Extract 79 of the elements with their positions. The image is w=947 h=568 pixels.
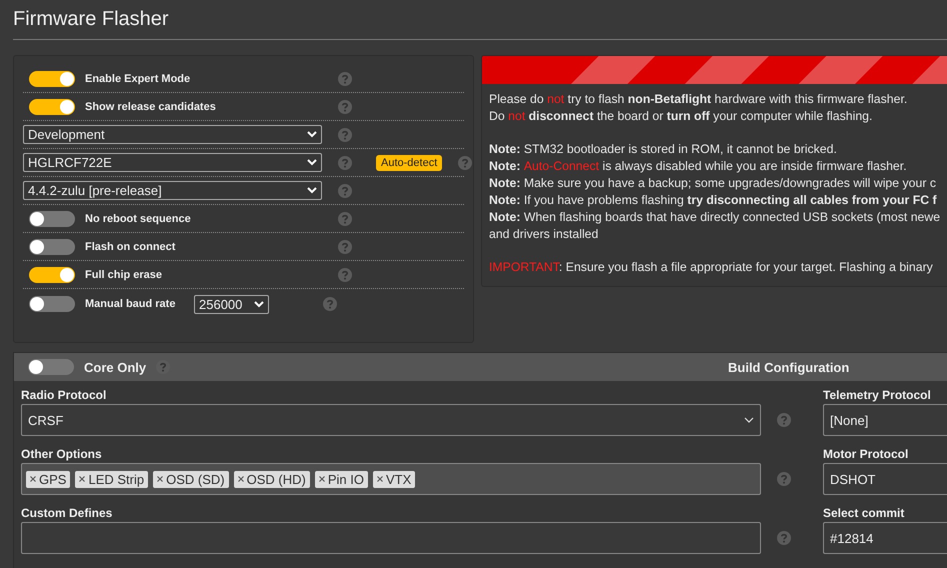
field-label: Radio Protocol (21, 387, 108, 404)
help-icon[interactable] (458, 156, 472, 170)
option-label: No reboot sequence (85, 212, 192, 224)
input-field[interactable] (21, 522, 761, 554)
help-icon[interactable] (338, 128, 352, 142)
toggle-switch[interactable] (29, 98, 75, 114)
remove-icon[interactable] (157, 476, 164, 482)
dropdown[interactable]: CRSF (21, 404, 761, 436)
tag-label: LED Strip (88, 472, 144, 486)
help-icon[interactable] (156, 360, 170, 374)
help-icon[interactable] (777, 472, 791, 486)
option-tag[interactable]: OSD (HD) (234, 470, 310, 488)
warning-text: Note: Auto-Connect is always disabled while you are inside firmware flasher. (489, 158, 908, 175)
help-icon[interactable] (338, 212, 352, 226)
option-tag[interactable]: Pin IO (314, 470, 368, 488)
help-icon[interactable] (338, 72, 352, 86)
chevron-down-icon (307, 131, 317, 138)
option-tag[interactable]: OSD (SD) (153, 470, 229, 488)
option-tag[interactable]: LED Strip (75, 470, 148, 488)
help-icon[interactable] (338, 100, 352, 114)
tag-label: OSD (HD) (246, 472, 306, 486)
option-label: Enable Expert Mode (85, 72, 192, 84)
section-title: Build Configuration (728, 360, 850, 374)
toggle-switch[interactable] (28, 359, 74, 375)
dropdown[interactable]: #12814 (823, 522, 947, 554)
help-icon[interactable] (777, 413, 791, 427)
remove-icon[interactable] (376, 476, 383, 482)
chevron-down-icon (307, 159, 317, 166)
help-icon[interactable] (338, 268, 352, 282)
warning-text: Note: Make sure you have a backup; some upgrades/downgrades will wipe your c (489, 175, 938, 192)
help-icon[interactable] (338, 184, 352, 198)
warning-text: Do not disconnect the board or turn off your computer while flashing. (489, 108, 874, 125)
dropdown[interactable]: [None] (823, 404, 947, 436)
warning-text: and drivers installed (489, 226, 600, 243)
option-tag[interactable]: GPS (26, 470, 70, 488)
field-label: Select commit (823, 505, 906, 522)
tag-input[interactable]: GPS LED Strip OSD (SD) OSD (HD) Pin IO VTX (21, 463, 761, 495)
warning-text: Note: When flashing boards that have directly connected USB sockets (most newe (489, 209, 940, 226)
toggle-switch[interactable] (29, 210, 75, 226)
tag-label: OSD (SD) (166, 472, 225, 486)
baud-rate-dropdown[interactable]: 256000 (194, 294, 269, 314)
dropdown[interactable]: 4.4.2-zulu [pre-release] (23, 181, 322, 200)
field-label: Motor Protocol (823, 446, 910, 463)
warning-text: IMPORTANT: Ensure you flash a file appropriate for your target. Flashing a binary (489, 259, 934, 276)
field-label: Other Options (21, 446, 103, 463)
tag-label: GPS (39, 472, 66, 486)
remove-icon[interactable] (238, 476, 244, 482)
help-icon[interactable] (323, 297, 337, 311)
warning-text: Note: STM32 bootloader is stored in ROM, it cannot be bricked. (489, 141, 838, 158)
toggle-switch[interactable] (29, 296, 75, 312)
core-only-label: Core Only (84, 360, 146, 374)
option-label: Full chip erase (85, 268, 164, 280)
chevron-down-icon (307, 187, 317, 194)
auto-detect-button[interactable]: Auto-detect (376, 154, 442, 170)
tag-label: Pin IO (328, 472, 364, 486)
option-label: Flash on connect (85, 240, 176, 252)
remove-icon[interactable] (79, 476, 86, 482)
toggle-switch[interactable] (29, 70, 75, 86)
field-label: Custom Defines (21, 505, 114, 522)
chevron-down-icon (254, 300, 264, 308)
toggle-switch[interactable] (29, 266, 75, 282)
remove-icon[interactable] (30, 476, 36, 482)
dropdown[interactable]: Development (23, 125, 322, 144)
help-icon[interactable] (777, 531, 791, 545)
field-label: Telemetry Protocol (823, 387, 932, 404)
help-icon[interactable] (338, 156, 352, 170)
warning-text: Please do not try to flash non-Betaflight hardware with this firmware flasher. (489, 91, 908, 108)
help-icon[interactable] (338, 240, 352, 254)
toggle-switch[interactable] (29, 238, 75, 254)
warning-text: Note: If you have problems flashing try disconnecting all cables from your FC f (489, 192, 938, 209)
option-label: Manual baud rate (85, 298, 176, 310)
dropdown[interactable]: HGLRCF722E (23, 153, 322, 172)
tag-label: VTX (386, 472, 412, 486)
chevron-down-icon (744, 417, 754, 423)
option-label: Show release candidates (85, 100, 217, 112)
remove-icon[interactable] (318, 476, 325, 482)
option-tag[interactable]: VTX (372, 470, 416, 488)
page-title: Firmware Flasher (13, 8, 170, 31)
dropdown[interactable]: DSHOT (823, 463, 947, 495)
